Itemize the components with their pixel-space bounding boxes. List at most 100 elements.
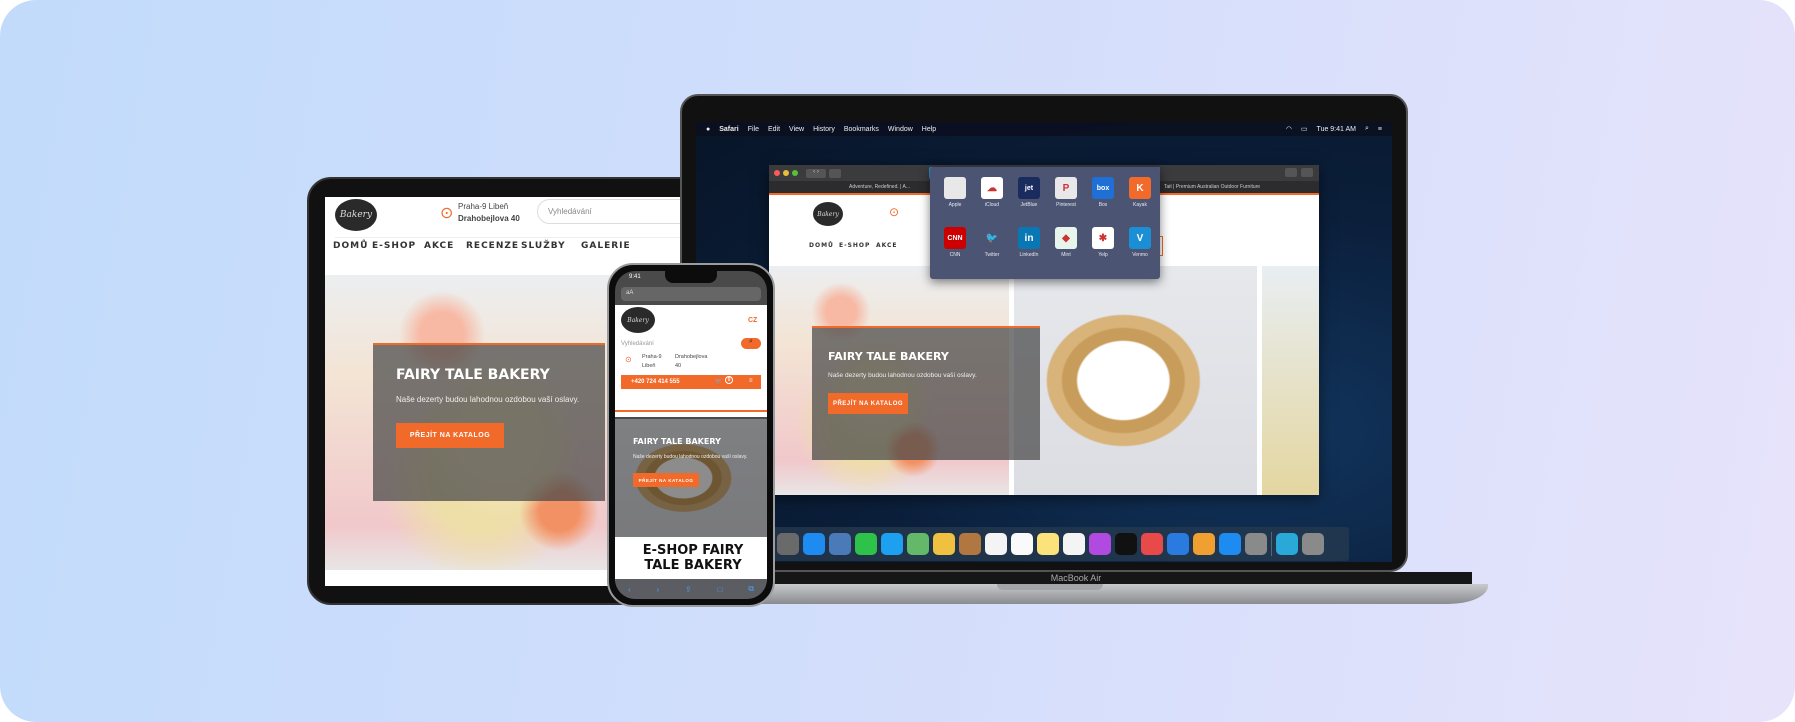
menu-window[interactable]: Window — [888, 126, 913, 133]
tabs-icon[interactable]: ⧉ — [748, 584, 754, 594]
menu-history[interactable]: History — [813, 126, 835, 133]
cnn-icon: CNN — [944, 227, 966, 249]
favorite-label: Venmo — [1132, 252, 1148, 258]
favorite-mint[interactable]: ◆ Mint — [1052, 227, 1080, 258]
menu-view[interactable]: View — [789, 126, 804, 133]
bookmarks-icon[interactable]: □ — [718, 585, 723, 594]
favorite-icloud[interactable]: ☁ iCloud — [978, 177, 1006, 208]
mac-dock — [769, 527, 1349, 561]
search-icon[interactable]: ⌕ — [741, 338, 761, 349]
search-input[interactable]: Vyhledávání — [621, 341, 654, 347]
nav-eshop[interactable]: E-SHOP — [839, 242, 870, 249]
zoom-button[interactable] — [792, 170, 798, 176]
cart-badge: 0 — [725, 376, 733, 384]
dock-app-icon[interactable] — [1245, 533, 1267, 555]
location-pin-icon: ⊙ — [440, 205, 454, 222]
favorite-label: Box — [1098, 202, 1108, 208]
nav-domu[interactable]: DOMŮ — [809, 242, 834, 249]
site-logo[interactable]: Bakery — [335, 199, 377, 231]
favorite-kayak[interactable]: K Kayak — [1126, 177, 1154, 208]
catalog-button[interactable]: PŘEJÍT NA KATALOG — [828, 393, 908, 414]
dock-app-icon[interactable] — [1141, 533, 1163, 555]
catalog-button[interactable]: PŘEJÍT NA KATALOG — [396, 423, 504, 448]
favorite-twitter[interactable]: 🐦 Twitter — [978, 227, 1006, 258]
dock-app-icon[interactable] — [1115, 533, 1137, 555]
dock-app-icon[interactable] — [907, 533, 929, 555]
minimize-button[interactable] — [783, 170, 789, 176]
menu-bookmarks[interactable]: Bookmarks — [844, 126, 879, 133]
favorite-jetblue[interactable]: jet JetBlue — [1015, 177, 1043, 208]
favorite-cnn[interactable]: CNN CNN — [941, 227, 969, 258]
nav-galerie[interactable]: GALERIE — [581, 241, 631, 251]
hero-title: FAIRY TALE BAKERY — [633, 437, 721, 446]
nav-recenze[interactable]: RECENZE — [466, 241, 519, 251]
phone-number[interactable]: +420 724 414 555 — [631, 379, 680, 385]
hero-text: Naše dezerty budou lahodnou ozdobou vaší… — [828, 372, 977, 379]
tabs-button[interactable] — [1301, 168, 1313, 177]
forward-icon[interactable]: › — [656, 585, 659, 594]
phone-device: 9:41 aA Bakery CZ Vyhledávání ⌕ ⊙ Praha-… — [607, 263, 775, 607]
back-icon[interactable]: ‹ — [628, 585, 631, 594]
favorite-venmo[interactable]: V Venmo — [1126, 227, 1154, 258]
venmo-icon: V — [1129, 227, 1151, 249]
dock-app-icon[interactable] — [855, 533, 877, 555]
menu-file[interactable]: File — [748, 126, 759, 133]
dock-app-icon[interactable] — [881, 533, 903, 555]
back-forward-buttons[interactable]: ‹ › — [806, 168, 826, 178]
tab-adventure[interactable]: Adventure, Redefined. | A... — [849, 184, 910, 190]
favorite-yelp[interactable]: ✱ Yelp — [1089, 227, 1117, 258]
apple-icon[interactable]: ● — [706, 126, 710, 133]
nav-sluzby[interactable]: SLUŽBY — [521, 241, 566, 251]
site-logo[interactable]: Bakery — [813, 202, 843, 226]
menu-edit[interactable]: Edit — [768, 126, 780, 133]
phone-address-bar[interactable]: aA — [621, 287, 761, 301]
dock-app-icon[interactable] — [1276, 533, 1298, 555]
wifi-icon[interactable]: ◠ — [1286, 125, 1292, 133]
menu-safari[interactable]: Safari — [719, 126, 738, 133]
laptop-screen: ● Safari File Edit View History Bookmark… — [696, 122, 1392, 562]
tab-tait[interactable]: Tait | Premium Australian Outdoor Furnit… — [1164, 184, 1260, 190]
dock-app-icon[interactable] — [985, 533, 1007, 555]
share-button[interactable] — [1285, 168, 1297, 177]
language-select[interactable]: CZ — [748, 317, 757, 324]
dock-app-icon[interactable] — [1037, 533, 1059, 555]
nav-akce[interactable]: AKCE — [424, 241, 454, 251]
spotlight-icon[interactable]: ⌕ — [1365, 125, 1369, 133]
nav-akce[interactable]: AKCE — [876, 242, 898, 249]
dock-app-icon[interactable] — [1011, 533, 1033, 555]
share-icon[interactable]: ⇪ — [685, 585, 692, 594]
phone-contact-bar: +420 724 414 555 🛒 0 ≡ — [621, 375, 761, 389]
dock-app-icon[interactable] — [1193, 533, 1215, 555]
favorite-label: Kayak — [1133, 202, 1147, 208]
dock-app-icon[interactable] — [1063, 533, 1085, 555]
nav-eshop[interactable]: E-SHOP — [372, 241, 416, 251]
dock-app-icon[interactable] — [959, 533, 981, 555]
location-pin-icon: ⊙ — [889, 205, 900, 219]
dock-app-icon[interactable] — [829, 533, 851, 555]
menu-help[interactable]: Help — [922, 126, 936, 133]
favorite-apple[interactable]: Apple — [941, 177, 969, 208]
favorite-box[interactable]: box Box — [1089, 177, 1117, 208]
sidebar-button[interactable] — [829, 168, 841, 178]
battery-icon[interactable]: ▭ — [1301, 125, 1308, 133]
menu-clock[interactable]: Tue 9:41 AM — [1317, 126, 1356, 133]
favorite-linkedin[interactable]: in LinkedIn — [1015, 227, 1043, 258]
nav-domu[interactable]: DOMŮ — [333, 241, 368, 251]
dock-app-icon[interactable] — [803, 533, 825, 555]
dock-app-icon[interactable] — [933, 533, 955, 555]
site-logo[interactable]: Bakery — [621, 307, 655, 333]
cart-icon[interactable]: 🛒 — [715, 378, 722, 385]
favorite-pinterest[interactable]: P Pinterest — [1052, 177, 1080, 208]
catalog-button[interactable]: PŘEJÍT NA KATALOG — [633, 473, 699, 487]
hero-panel: FAIRY TALE BAKERY Naše dezerty budou lah… — [812, 326, 1040, 460]
menu-icon[interactable]: ≡ — [749, 378, 753, 384]
menu-list-icon[interactable]: ≡ — [1378, 126, 1382, 133]
eshop-heading: E-SHOP FAIRY TALE BAKERY — [642, 543, 744, 573]
address-line-2: Drahobejlova 40 — [458, 214, 520, 223]
dock-app-icon[interactable] — [1302, 533, 1324, 555]
dock-app-icon[interactable] — [1089, 533, 1111, 555]
dock-app-icon[interactable] — [777, 533, 799, 555]
dock-app-icon[interactable] — [1167, 533, 1189, 555]
close-button[interactable] — [774, 170, 780, 176]
dock-app-icon[interactable] — [1219, 533, 1241, 555]
